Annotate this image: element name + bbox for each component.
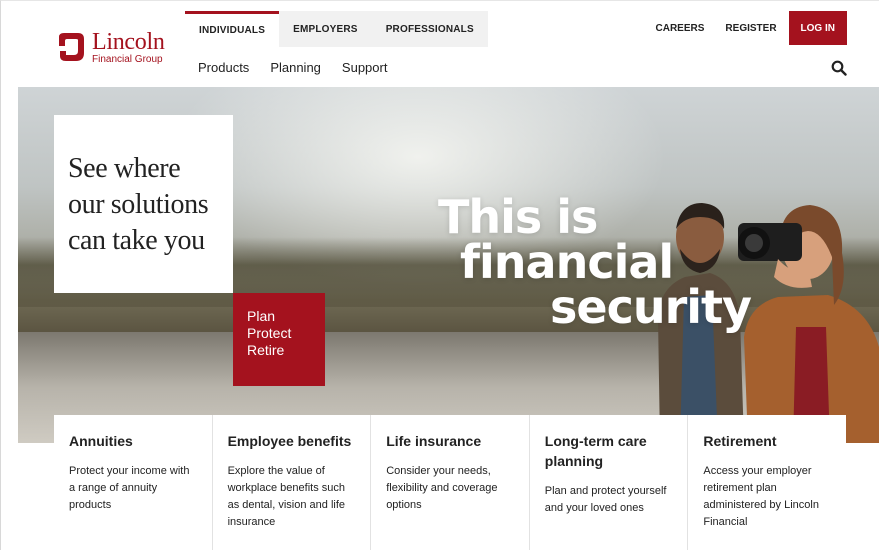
- plan-protect-retire-box[interactable]: Plan Protect Retire: [233, 293, 325, 386]
- login-button[interactable]: LOG IN: [788, 11, 847, 45]
- card-retirement[interactable]: Retirement Access your employer retireme…: [688, 415, 846, 550]
- card-title: Employee benefits: [227, 433, 352, 449]
- card-title: Long-term care planning: [544, 433, 647, 469]
- promo-text: See where our solutions can take you: [68, 153, 209, 256]
- register-link[interactable]: REGISTER: [725, 23, 776, 34]
- card-description: Consider your needs, flexibility and cov…: [386, 465, 498, 511]
- card-long-term-care[interactable]: Long-term care planning Plan and protect…: [530, 415, 689, 550]
- card-title: Annuities: [69, 433, 133, 449]
- card-life-insurance[interactable]: Life insurance Consider your needs, flex…: [371, 415, 530, 550]
- utility-nav: CAREERS REGISTER LOG IN: [635, 11, 847, 45]
- search-icon[interactable]: [831, 60, 847, 76]
- tab-professionals[interactable]: PROFESSIONALS: [372, 11, 488, 47]
- tab-employers[interactable]: EMPLOYERS: [279, 11, 372, 47]
- headline-line-2: financial: [460, 235, 674, 289]
- careers-link[interactable]: CAREERS: [656, 23, 705, 34]
- woman-with-camera-figure: [738, 205, 879, 443]
- main-nav: Products Planning Support: [198, 60, 408, 75]
- headline-line-3: security: [550, 280, 752, 334]
- logo-wordmark: Lincoln: [92, 28, 165, 55]
- nav-products[interactable]: Products: [198, 60, 249, 75]
- card-title: Retirement: [703, 433, 777, 449]
- product-cards: Annuities Protect your income with a ran…: [54, 415, 846, 550]
- card-description: Protect your income with a range of annu…: [69, 465, 190, 511]
- card-annuities[interactable]: Annuities Protect your income with a ran…: [54, 415, 213, 550]
- card-description: Plan and protect yourself and your loved…: [544, 485, 667, 514]
- card-description: Explore the value of workplace benefits …: [227, 465, 346, 528]
- cta-plan: Plan: [247, 308, 276, 324]
- cta-retire: Retire: [247, 342, 285, 358]
- headline-line-1: This is: [438, 190, 598, 244]
- cta-protect: Protect: [247, 325, 292, 341]
- card-employee-benefits[interactable]: Employee benefits Explore the value of w…: [213, 415, 372, 550]
- nav-planning[interactable]: Planning: [270, 60, 321, 75]
- hero-promo-box[interactable]: See where our solutions can take you: [54, 115, 233, 293]
- audience-tabs: INDIVIDUALS EMPLOYERS PROFESSIONALS: [185, 11, 488, 47]
- lincoln-logo-icon: [59, 32, 84, 61]
- tab-individuals[interactable]: INDIVIDUALS: [185, 11, 280, 47]
- lincoln-logo[interactable]: Lincoln Financial Group: [56, 29, 171, 65]
- card-description: Access your employer retirement plan adm…: [703, 465, 819, 528]
- card-title: Life insurance: [386, 433, 482, 449]
- logo-subtitle: Financial Group: [92, 53, 163, 65]
- nav-support[interactable]: Support: [342, 60, 388, 75]
